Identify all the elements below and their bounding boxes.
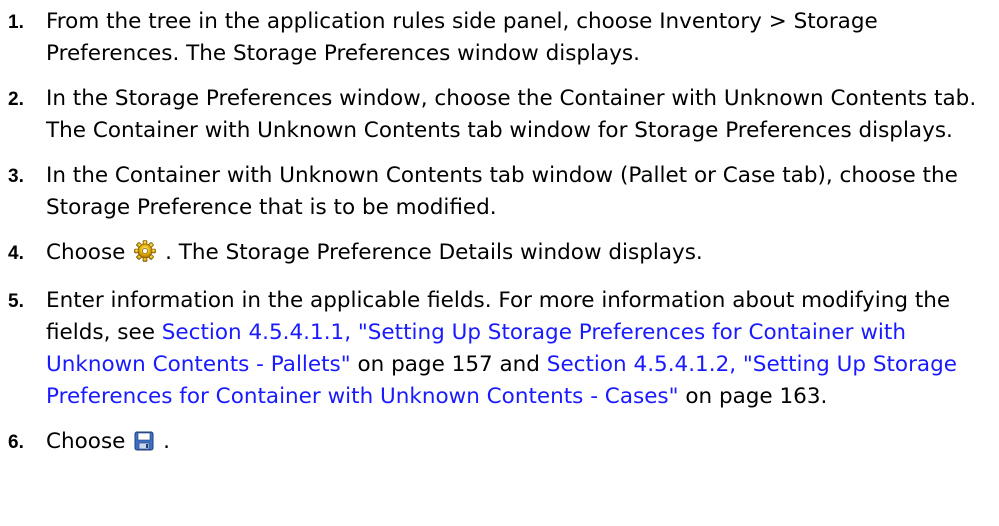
step-number: 6. xyxy=(8,432,24,453)
save-icon xyxy=(134,429,154,461)
step-6: 6. Choose . xyxy=(0,426,999,461)
procedure-steps: 1. From the tree in the application rule… xyxy=(0,6,999,461)
step-1: 1. From the tree in the application rule… xyxy=(0,6,999,70)
step-text-suffix: . xyxy=(163,429,170,454)
step-number: 5. xyxy=(8,291,24,312)
step-3: 3. In the Container with Unknown Content… xyxy=(0,160,999,224)
step-text-prefix: Choose xyxy=(46,240,126,265)
gear-icon xyxy=(134,240,157,272)
step-number: 1. xyxy=(8,12,24,33)
step-2: 2. In the Storage Preferences window, ch… xyxy=(0,83,999,147)
step-text: In the Storage Preferences window, choos… xyxy=(46,86,977,143)
step-number: 2. xyxy=(8,89,24,110)
step-4: 4. Choose . The Storage Preference Detai… xyxy=(0,237,999,272)
step-text: In the Container with Unknown Contents t… xyxy=(46,163,958,220)
step-text: From the tree in the application rules s… xyxy=(46,9,878,66)
step-text-prefix: Choose xyxy=(46,429,126,454)
step-number: 3. xyxy=(8,166,24,187)
step-text: on page 163. xyxy=(678,384,828,409)
step-number: 4. xyxy=(8,243,24,264)
step-5: 5. Enter information in the applicable f… xyxy=(0,285,999,413)
step-text: on page 157 and xyxy=(350,352,547,377)
step-text-suffix: . The Storage Preference Details window … xyxy=(165,240,703,265)
